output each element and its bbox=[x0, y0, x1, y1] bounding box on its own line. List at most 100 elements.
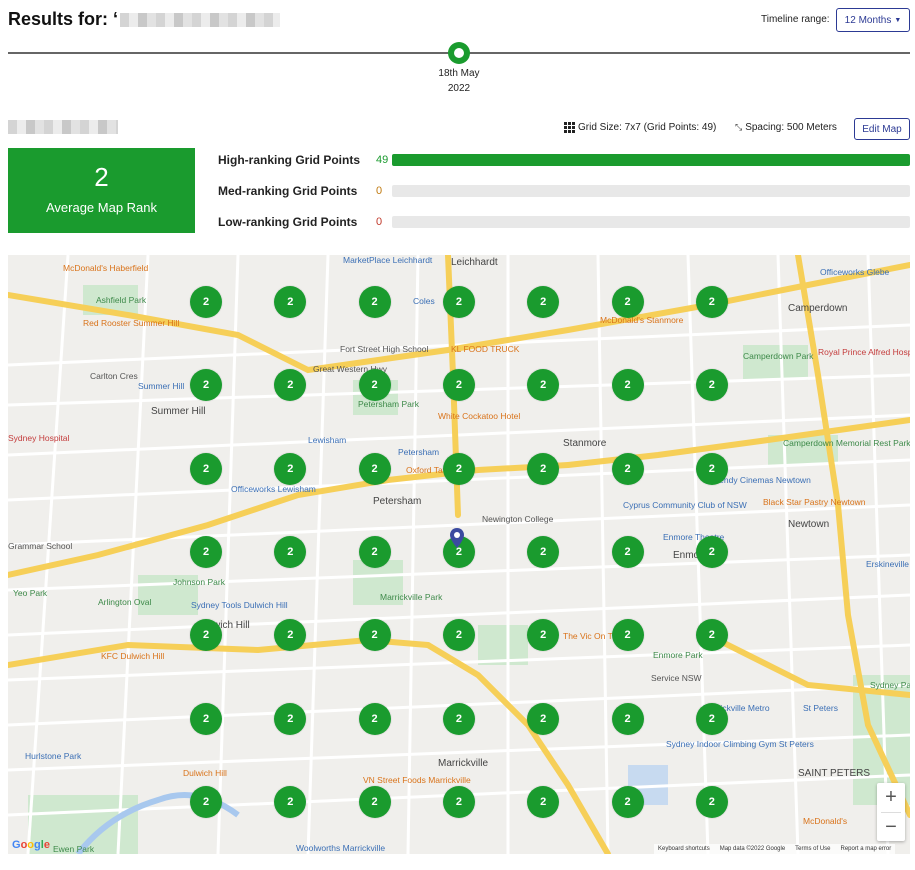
stat-row: Low-ranking Grid Points 0 bbox=[218, 214, 910, 230]
grid-point-marker[interactable]: 2 bbox=[611, 369, 644, 402]
map-place-label: Black Star Pastry Newtown bbox=[763, 497, 866, 507]
grid-point-marker[interactable]: 2 bbox=[695, 785, 728, 818]
grid-point-marker[interactable]: 2 bbox=[611, 702, 644, 735]
stat-bar bbox=[392, 185, 910, 197]
grid-point-marker[interactable]: 2 bbox=[442, 452, 475, 485]
chevron-down-icon: ▼ bbox=[894, 16, 902, 24]
average-map-rank-label: Average Map Rank bbox=[45, 200, 158, 215]
map-place-label: Cyprus Community Club of NSW bbox=[623, 500, 747, 510]
grid-point-marker[interactable]: 2 bbox=[358, 535, 391, 568]
timeline-handle[interactable] bbox=[448, 42, 470, 64]
grid-point-marker[interactable]: 2 bbox=[358, 369, 391, 402]
grid-icon bbox=[564, 122, 575, 133]
map-place-label: Johnson Park bbox=[173, 577, 225, 587]
map-place-label: Newtown bbox=[788, 519, 830, 530]
grid-point-marker[interactable]: 2 bbox=[695, 452, 728, 485]
grid-point-marker[interactable]: 2 bbox=[611, 619, 644, 652]
map-place-label: Petersham Park bbox=[358, 399, 419, 409]
grid-point-marker[interactable]: 2 bbox=[611, 286, 644, 318]
map-place-label: Sydney Tools Dulwich Hill bbox=[191, 600, 288, 610]
map-view[interactable]: McDonald's Haberfield Ashfield Park Red Ro… bbox=[8, 255, 910, 854]
attribution-link[interactable]: Keyboard shortcuts bbox=[658, 846, 710, 852]
grid-point-marker[interactable]: 2 bbox=[190, 619, 222, 652]
grid-point-marker[interactable]: 2 bbox=[527, 785, 560, 818]
grid-point-marker[interactable]: 2 bbox=[695, 702, 728, 735]
results-title: Results for: ‘ bbox=[8, 9, 281, 30]
map-place-label: Summer Hill bbox=[138, 381, 185, 391]
map-place-label: Stanmore bbox=[563, 438, 607, 449]
grid-point-marker[interactable]: 2 bbox=[190, 452, 222, 485]
map-place-label: Woolworths Marrickville bbox=[296, 843, 386, 853]
grid-point-marker[interactable]: 2 bbox=[442, 785, 475, 818]
stat-label: High-ranking Grid Points bbox=[218, 153, 361, 167]
grid-point-marker[interactable]: 2 bbox=[695, 619, 728, 652]
map-place-label: McDonald's bbox=[803, 816, 848, 826]
attribution-link[interactable]: Map data ©2022 Google bbox=[720, 846, 785, 852]
map-place-label: Service NSW bbox=[651, 673, 702, 683]
grid-point-marker[interactable]: 2 bbox=[358, 286, 391, 318]
grid-point-marker[interactable]: 2 bbox=[190, 535, 222, 568]
google-logo-letter: e bbox=[43, 839, 50, 851]
map-place-label: VN Street Foods Marrickville bbox=[363, 775, 471, 785]
zoom-in-button[interactable]: + bbox=[877, 783, 905, 812]
edit-map-button[interactable]: Edit Map bbox=[854, 118, 910, 140]
grid-point-marker[interactable]: 2 bbox=[274, 702, 307, 735]
map-place-label: Dulwich Hill bbox=[183, 768, 227, 778]
grid-point-marker[interactable]: 2 bbox=[527, 702, 560, 735]
business-location-pin-icon[interactable] bbox=[450, 528, 464, 548]
zoom-out-button[interactable]: − bbox=[877, 813, 905, 842]
map-place-label: KL FOOD TRUCK bbox=[451, 344, 520, 354]
grid-point-marker[interactable]: 2 bbox=[190, 702, 222, 735]
attribution-link[interactable]: Report a map error bbox=[841, 846, 892, 852]
grid-point-marker[interactable]: 2 bbox=[358, 619, 391, 652]
grid-point-marker[interactable]: 2 bbox=[274, 452, 307, 485]
grid-point-marker[interactable]: 2 bbox=[442, 286, 475, 318]
redacted-keyword bbox=[120, 13, 281, 28]
grid-point-marker[interactable]: 2 bbox=[527, 452, 560, 485]
results-prefix: Results for: ‘ bbox=[8, 9, 119, 29]
average-map-rank-card: 2 Average Map Rank bbox=[8, 148, 195, 233]
grid-point-marker[interactable]: 2 bbox=[358, 702, 391, 735]
map-place-label: Grammar School bbox=[8, 541, 73, 551]
grid-point-marker[interactable]: 2 bbox=[695, 369, 728, 402]
timeline-date-year: 2022 bbox=[447, 83, 471, 94]
map-place-label: Dendy Cinemas Newtown bbox=[713, 475, 811, 485]
stat-row: Med-ranking Grid Points 0 bbox=[218, 183, 910, 199]
grid-point-marker[interactable]: 2 bbox=[274, 535, 307, 568]
stat-row: High-ranking Grid Points 49 bbox=[218, 152, 910, 168]
grid-point-marker[interactable]: 2 bbox=[190, 286, 222, 318]
map-place-label: Yeo Park bbox=[13, 588, 48, 598]
grid-point-marker[interactable]: 2 bbox=[695, 535, 728, 568]
zoom-controls: + − bbox=[877, 783, 905, 841]
stat-bar-fill bbox=[392, 154, 910, 166]
map-place-label: Camperdown Memorial Rest Park bbox=[783, 438, 910, 448]
grid-point-marker[interactable]: 2 bbox=[611, 535, 644, 568]
grid-point-marker[interactable]: 2 bbox=[358, 452, 391, 485]
attribution-link[interactable]: Terms of Use bbox=[795, 846, 830, 852]
google-logo[interactable]: Google bbox=[12, 839, 50, 851]
timeline-date: 18th May 2022 bbox=[409, 66, 509, 96]
expand-icon: ⤡ bbox=[735, 122, 743, 132]
map-place-label: Coles bbox=[413, 296, 435, 306]
map-place-label: Sydney Park bbox=[870, 680, 910, 690]
grid-point-marker[interactable]: 2 bbox=[695, 286, 728, 318]
map-place-label: Officeworks Lewisham bbox=[231, 484, 316, 494]
timeline-range-label: Timeline range: bbox=[761, 14, 830, 25]
grid-point-marker[interactable]: 2 bbox=[527, 286, 560, 318]
timeline-range-dropdown[interactable]: 12 Months ▼ bbox=[836, 8, 910, 32]
stat-label: Low-ranking Grid Points bbox=[218, 215, 358, 229]
grid-point-marker[interactable]: 2 bbox=[442, 702, 475, 735]
grid-point-marker[interactable]: 2 bbox=[611, 452, 644, 485]
map-place-label: Sydney Hospital bbox=[8, 433, 70, 443]
grid-point-marker[interactable]: 2 bbox=[190, 785, 222, 818]
map-place-label: Marrickville bbox=[438, 758, 488, 769]
grid-point-marker[interactable]: 2 bbox=[442, 369, 475, 402]
grid-point-marker[interactable]: 2 bbox=[358, 785, 391, 818]
grid-point-marker[interactable]: 2 bbox=[442, 619, 475, 652]
grid-point-marker[interactable]: 2 bbox=[527, 535, 560, 568]
grid-point-marker[interactable]: 2 bbox=[611, 785, 644, 818]
stat-count: 0 bbox=[376, 185, 383, 197]
map-place-label: McDonald's Stanmore bbox=[600, 315, 684, 325]
map-attribution: Keyboard shortcuts Map data ©2022 Google T… bbox=[654, 844, 896, 854]
grid-point-marker[interactable]: 2 bbox=[274, 785, 307, 818]
